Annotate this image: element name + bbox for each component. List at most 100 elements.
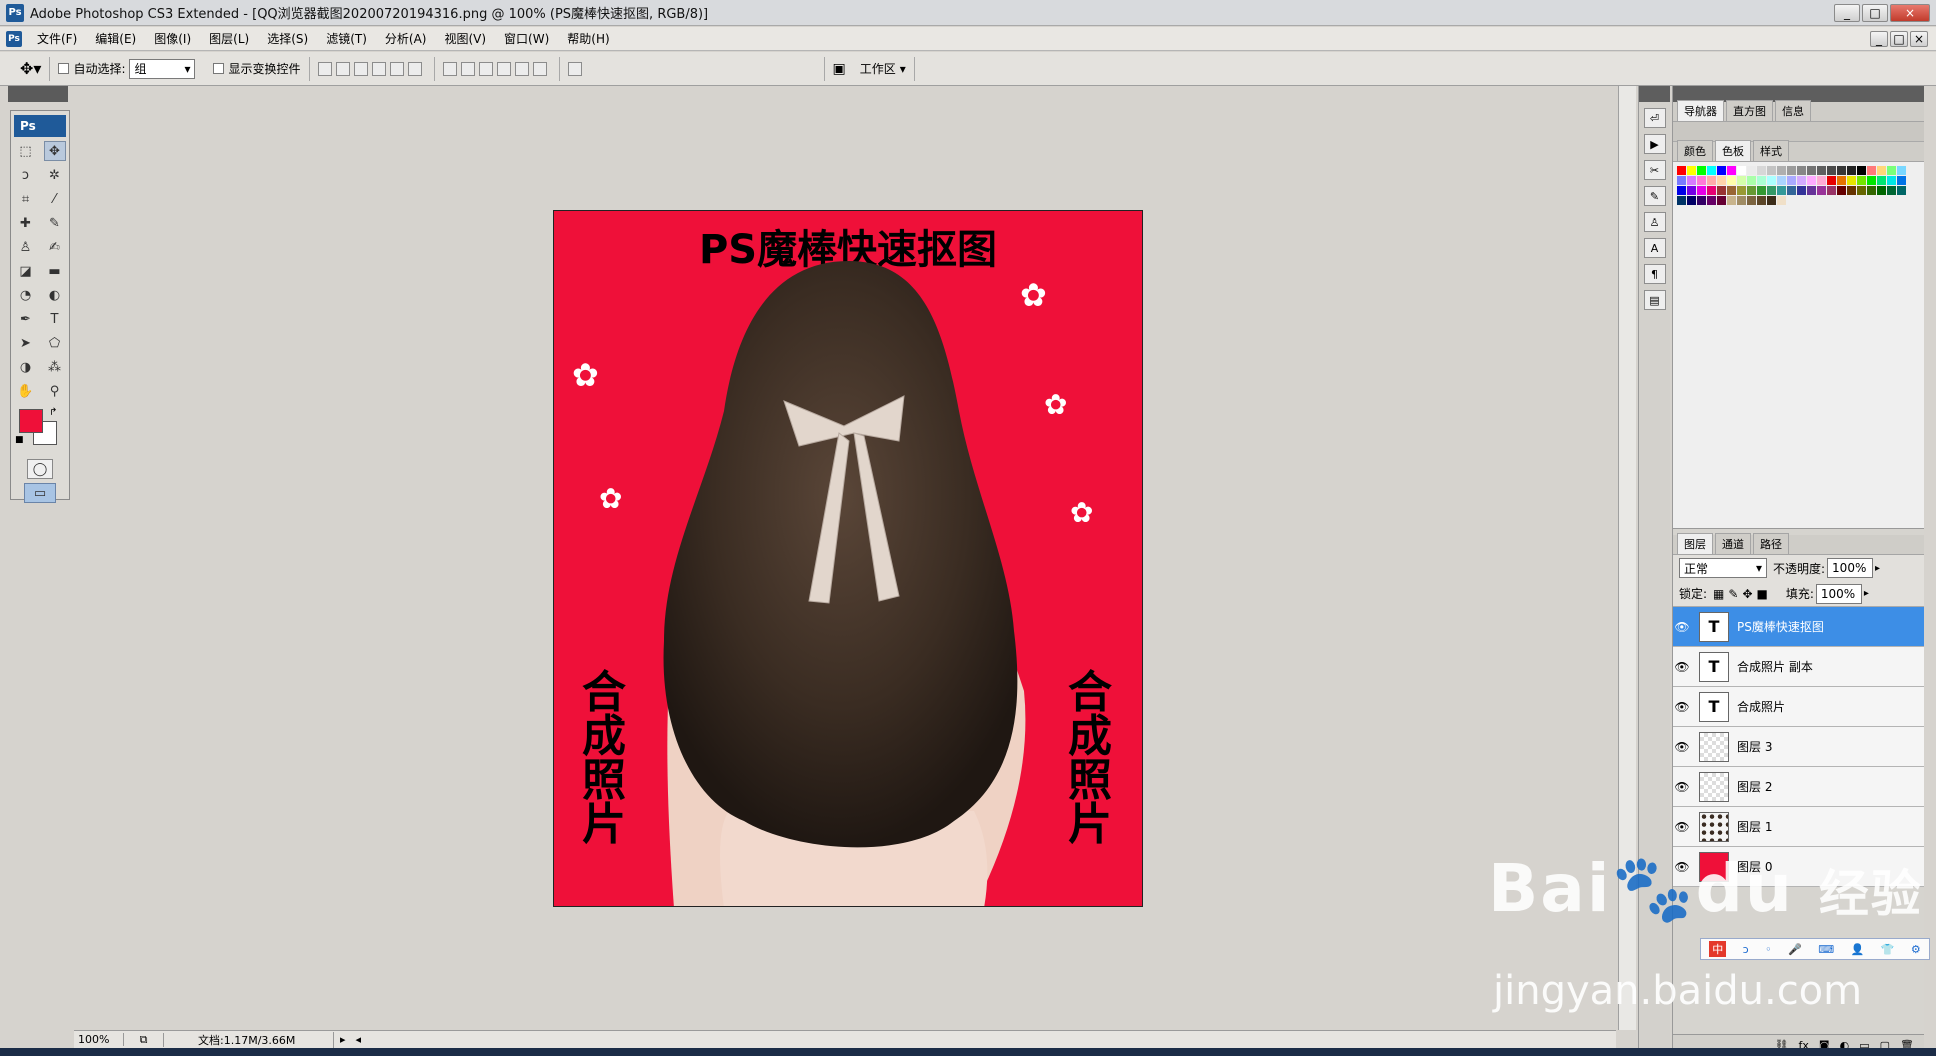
color-swatch[interactable] bbox=[1697, 176, 1706, 185]
move-tool-icon[interactable]: ✥▾ bbox=[20, 59, 41, 78]
vertical-scrollbar[interactable] bbox=[1618, 86, 1636, 1030]
ime-punct-icon[interactable]: ↄ bbox=[1743, 943, 1749, 956]
ime-user-icon[interactable]: 👤 bbox=[1851, 943, 1865, 956]
color-swatch[interactable] bbox=[1827, 186, 1836, 195]
layer-row[interactable]: 👁 T 合成照片 副本 bbox=[1673, 647, 1924, 687]
marquee-tool-icon[interactable]: ⬚ bbox=[15, 141, 37, 161]
align-left-icon[interactable] bbox=[371, 61, 386, 76]
layer-comps-icon[interactable]: ▤ bbox=[1643, 290, 1666, 310]
screen-mode-icon[interactable]: ▭ bbox=[24, 483, 56, 503]
shape-tool-icon[interactable]: ⬠ bbox=[44, 333, 66, 353]
color-swatch[interactable] bbox=[1757, 186, 1766, 195]
align-bottom-icon[interactable] bbox=[353, 61, 368, 76]
ime-voice-icon[interactable]: 🎤 bbox=[1788, 943, 1802, 956]
layer-row[interactable]: 👁 图层 3 bbox=[1673, 727, 1924, 767]
paragraph-panel-icon[interactable]: ¶ bbox=[1643, 264, 1666, 284]
color-swatch[interactable] bbox=[1837, 186, 1846, 195]
color-swatch[interactable] bbox=[1777, 186, 1786, 195]
color-swatch[interactable] bbox=[1707, 196, 1716, 205]
character-panel-icon[interactable]: A bbox=[1643, 238, 1666, 258]
color-swatch[interactable] bbox=[1767, 166, 1776, 175]
ime-chinese-icon[interactable]: 中 bbox=[1709, 941, 1727, 957]
color-swatch[interactable] bbox=[1767, 186, 1776, 195]
history-brush-tool-icon[interactable]: ✍ bbox=[44, 237, 66, 257]
brushes-panel-icon[interactable]: ✎ bbox=[1643, 186, 1666, 206]
move-tool-icon[interactable]: ✥ bbox=[43, 141, 66, 161]
tab-swatches[interactable]: 色板 bbox=[1715, 140, 1751, 161]
clone-stamp-tool-icon[interactable]: ♙ bbox=[15, 237, 37, 257]
color-swatch[interactable] bbox=[1677, 196, 1686, 205]
color-swatch[interactable] bbox=[1847, 166, 1856, 175]
doc-minimize-button[interactable]: _ bbox=[1870, 30, 1888, 47]
hand-tool-icon[interactable]: ✋ bbox=[15, 381, 37, 401]
distribute-bottom-icon[interactable] bbox=[478, 61, 493, 76]
color-swatch[interactable] bbox=[1807, 176, 1816, 185]
opacity-arrow-icon[interactable]: ▸ bbox=[1875, 563, 1880, 574]
color-swatch[interactable] bbox=[1867, 186, 1876, 195]
color-swatch[interactable] bbox=[1737, 176, 1746, 185]
dock-grip[interactable] bbox=[1639, 86, 1670, 102]
blend-mode-dropdown[interactable]: 正常 ▾ bbox=[1679, 558, 1767, 578]
color-swatch[interactable] bbox=[1727, 196, 1736, 205]
color-swatch[interactable] bbox=[1787, 186, 1796, 195]
tab-styles[interactable]: 样式 bbox=[1753, 140, 1789, 161]
type-tool-icon[interactable]: T bbox=[44, 309, 66, 329]
lock-all-icon[interactable]: ■ bbox=[1757, 587, 1768, 601]
path-selection-tool-icon[interactable]: ➤ bbox=[15, 333, 37, 353]
lock-transparency-icon[interactable]: ▦ bbox=[1713, 587, 1724, 601]
color-swatch[interactable] bbox=[1767, 176, 1776, 185]
color-swatch[interactable] bbox=[1677, 186, 1686, 195]
zoom-tool-icon[interactable]: ⚲ bbox=[44, 381, 66, 401]
color-swatch[interactable] bbox=[1727, 176, 1736, 185]
menu-filter[interactable]: 滤镜(T) bbox=[317, 30, 376, 47]
color-swatch[interactable] bbox=[1857, 166, 1866, 175]
color-swatch[interactable] bbox=[1887, 186, 1896, 195]
color-swatch[interactable] bbox=[1787, 166, 1796, 175]
color-swatch[interactable] bbox=[1757, 176, 1766, 185]
scroll-left-icon[interactable]: ◂ bbox=[352, 1033, 366, 1046]
status-menu-arrow-icon[interactable]: ▸ bbox=[334, 1033, 352, 1046]
color-swatch[interactable] bbox=[1877, 166, 1886, 175]
ime-keyboard-icon[interactable]: ⌨ bbox=[1818, 943, 1834, 956]
eye-icon[interactable]: 👁 bbox=[1673, 660, 1691, 674]
magic-wand-tool-icon[interactable]: ✲ bbox=[44, 165, 66, 185]
distribute-hcenter-icon[interactable] bbox=[514, 61, 529, 76]
color-swatch[interactable] bbox=[1827, 176, 1836, 185]
toolbox-grip[interactable] bbox=[8, 86, 68, 102]
color-swatch[interactable] bbox=[1707, 186, 1716, 195]
eye-icon[interactable]: 👁 bbox=[1673, 780, 1691, 794]
color-swatch[interactable] bbox=[1717, 186, 1726, 195]
default-colors-icon[interactable]: ■ bbox=[15, 435, 24, 445]
color-swatch[interactable] bbox=[1867, 166, 1876, 175]
color-swatch[interactable] bbox=[1717, 166, 1726, 175]
tab-navigator[interactable]: 导航器 bbox=[1677, 100, 1724, 121]
dodge-tool-icon[interactable]: ◐ bbox=[44, 285, 66, 305]
color-swatch[interactable] bbox=[1837, 166, 1846, 175]
color-swatch[interactable] bbox=[1807, 166, 1816, 175]
menu-edit[interactable]: 编辑(E) bbox=[86, 30, 145, 47]
color-swatch[interactable] bbox=[1707, 166, 1716, 175]
menu-help[interactable]: 帮助(H) bbox=[558, 30, 618, 47]
color-swatch[interactable] bbox=[1867, 176, 1876, 185]
color-swatch[interactable] bbox=[1757, 166, 1766, 175]
color-swatch[interactable] bbox=[1847, 176, 1856, 185]
lock-pixels-icon[interactable]: ✎ bbox=[1728, 587, 1738, 601]
align-vcenter-icon[interactable] bbox=[335, 61, 350, 76]
eraser-tool-icon[interactable]: ◪ bbox=[15, 261, 37, 281]
tab-color[interactable]: 颜色 bbox=[1677, 140, 1713, 161]
auto-select-dropdown[interactable]: 组 ▾ bbox=[129, 58, 196, 79]
color-swatch[interactable] bbox=[1747, 196, 1756, 205]
foreground-color-swatch[interactable] bbox=[19, 409, 43, 433]
color-swatch[interactable] bbox=[1677, 166, 1686, 175]
menu-analysis[interactable]: 分析(A) bbox=[376, 30, 436, 47]
ime-settings-icon[interactable]: ⚙ bbox=[1911, 943, 1921, 956]
color-swatch[interactable] bbox=[1677, 176, 1686, 185]
eye-icon[interactable]: 👁 bbox=[1673, 820, 1691, 834]
color-swatch[interactable] bbox=[1857, 186, 1866, 195]
eye-icon[interactable]: 👁 bbox=[1673, 700, 1691, 714]
color-swatch[interactable] bbox=[1697, 166, 1706, 175]
zoom-level[interactable]: 100% bbox=[74, 1033, 124, 1046]
layer-row[interactable]: 👁 T PS魔棒快速抠图 bbox=[1673, 607, 1924, 647]
color-swatch[interactable] bbox=[1777, 166, 1786, 175]
tool-presets-icon[interactable]: ✂ bbox=[1643, 160, 1666, 180]
